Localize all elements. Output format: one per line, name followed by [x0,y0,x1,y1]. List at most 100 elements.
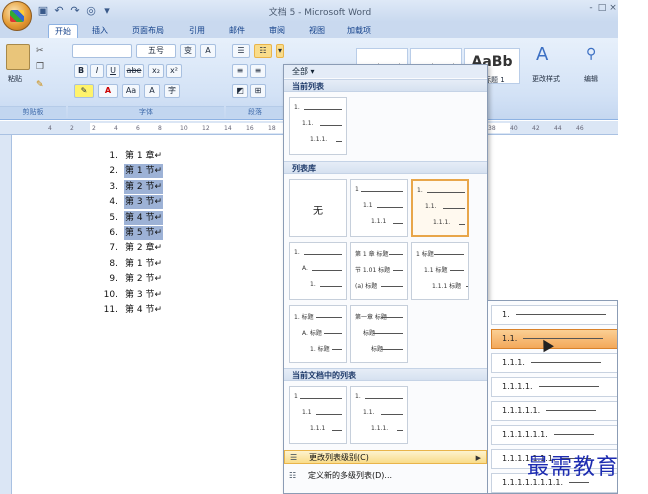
list-text[interactable]: 第 2 节↵ [124,272,163,286]
title-bar: ▣ ↶ ↷ ◎ ▾ 文档 5 - Microsoft Word - □ × [0,0,618,22]
maximize-button[interactable]: □ [597,3,607,13]
font-name-select[interactable] [72,44,132,58]
tile-level-line [381,414,403,415]
bold-button[interactable]: B [74,64,88,78]
gallery-filter[interactable]: 全部 ▾ [284,65,487,78]
change-case-icon[interactable]: Aa [122,84,140,98]
list-paragraph[interactable]: 10. 第 3 节↵ [96,288,163,302]
list-text[interactable]: 第 1 节↵ [124,164,163,179]
tab-mailings[interactable]: 邮件 [222,24,252,38]
tile-level-label: 1.1 标题 [424,267,448,274]
tile-numbered-3[interactable]: 1. A. 1. [289,242,347,300]
save-icon[interactable]: ▣ [36,4,50,18]
list-text[interactable]: 第 3 节↵ [124,288,163,302]
edit-label[interactable]: 编辑 [584,74,598,84]
strikethrough-button[interactable]: abe [124,64,144,78]
list-text[interactable]: 第 4 节↵ [124,303,163,317]
tab-references[interactable]: 引用 [182,24,212,38]
find-icon[interactable]: ⚲ [586,46,596,62]
align-center-icon[interactable]: ≡ [250,64,266,78]
list-level-option[interactable]: 1. [491,305,617,325]
list-level-option[interactable]: 1.1.1. [491,353,617,373]
grow-font-icon[interactable]: 变 [180,44,196,58]
define-list-icon: ☷ [289,471,297,480]
align-left-icon[interactable]: ≡ [232,64,248,78]
tile-level-line [450,270,464,271]
cut-icon[interactable]: ✂ [36,46,44,56]
tab-insert[interactable]: 插入 [86,24,114,38]
enclose-char-icon[interactable]: 字 [164,84,180,98]
list-paragraph[interactable]: 1. 第 1 章↵ [96,149,163,163]
copy-icon[interactable]: ❐ [36,62,44,72]
list-paragraph[interactable]: 5. 第 4 节↵ [96,210,163,225]
print-preview-icon[interactable]: ◎ [84,4,98,18]
list-number: 4. [109,197,118,208]
list-paragraph[interactable]: 8. 第 1 节↵ [96,257,163,271]
tab-home[interactable]: 开始 [48,24,78,38]
font-size-select[interactable]: 五号 [136,44,176,58]
list-text[interactable]: 第 3 节↵ [124,195,163,210]
tab-page-layout[interactable]: 页面布局 [126,24,170,38]
redo-icon[interactable]: ↷ [68,4,82,18]
list-paragraph[interactable]: 2. 第 1 节↵ [96,164,163,179]
italic-button[interactable]: I [90,64,104,78]
list-level-option[interactable]: 1.1.1.1. [491,377,617,397]
list-text[interactable]: 第 2 章↵ [124,241,163,255]
list-text[interactable]: 第 4 节↵ [124,210,163,225]
tab-addins[interactable]: 加载项 [342,24,376,38]
numbering-icon[interactable]: ☷ [254,44,272,58]
tile-heading-mixed[interactable]: 1. 标题 A. 标题 1. 标题 [289,305,347,363]
underline-button[interactable]: U [106,64,120,78]
multilevel-list-icon[interactable]: ▾ [276,44,284,58]
list-level-option[interactable]: 1.1.1.1.1. [491,401,617,421]
list-text[interactable]: 第 1 章↵ [124,149,163,163]
list-level-option[interactable]: 1.1.1.1.1.1. [491,425,617,445]
tile-heading-numbered[interactable]: 1 标题 1.1 标题 1.1.1 标题 [411,242,469,300]
change-styles-icon[interactable]: A [536,44,548,65]
close-button[interactable]: × [608,3,618,13]
superscript-button[interactable]: x² [166,64,182,78]
list-text[interactable]: 第 5 节↵ [124,226,163,240]
tile-chapter-heading[interactable]: 第 1 章 标题节 1.01 标题 (a) 标题 [350,242,408,300]
list-paragraph[interactable]: 9. 第 2 节↵ [96,272,163,286]
list-paragraph[interactable]: 7. 第 2 章↵ [96,241,163,255]
tile-chapter-chinese[interactable]: 第一章 标题 标题 标题 [350,305,408,363]
change-list-level-menu-item[interactable]: ☰ 更改列表级别(C) ▶ [284,450,487,464]
highlight-icon[interactable]: ✎ [74,84,94,98]
char-shading-icon[interactable]: A [144,84,160,98]
tab-view[interactable]: 视图 [302,24,332,38]
subscript-button[interactable]: x₂ [148,64,164,78]
window-title: 文档 5 - Microsoft Word [268,8,372,18]
tile-level-label: 节 1.01 标题 [355,267,391,274]
office-button[interactable] [2,1,32,31]
bullets-icon[interactable]: ☰ [232,44,250,58]
list-text[interactable]: 第 2 节↵ [124,179,163,194]
borders-icon[interactable]: ⊞ [250,84,266,98]
undo-icon[interactable]: ↶ [52,4,66,18]
list-level-option[interactable]: 1.1. [491,329,617,349]
format-painter-icon[interactable]: ✎ [36,80,44,90]
paste-label[interactable]: 粘贴 [8,74,22,84]
minimize-button[interactable]: - [586,3,596,13]
list-paragraph[interactable]: 6. 第 5 节↵ [96,226,163,240]
change-styles-label[interactable]: 更改样式 [532,74,560,84]
list-paragraph[interactable]: 4. 第 3 节↵ [96,195,163,210]
tile-doc-list-1[interactable]: 1 1.1 1.1.1 [289,386,347,444]
tile-none[interactable]: 无 [289,179,347,237]
shading-icon[interactable]: ◩ [232,84,248,98]
tile-numbered-1[interactable]: 1 1.1 1.1.1 [350,179,408,237]
list-paragraph[interactable]: 3. 第 2 节↵ [96,179,163,194]
tile-doc-list-2[interactable]: 1. 1.1. 1.1.1. [350,386,408,444]
vertical-ruler[interactable] [0,135,12,494]
list-paragraph[interactable]: 11. 第 4 节↵ [96,303,163,317]
paste-icon[interactable] [6,44,30,70]
tile-numbered-2[interactable]: 1. 1.1. 1.1.1. [411,179,469,237]
list-level-line [530,362,601,363]
define-new-multilevel-list-menu-item[interactable]: ☷ 定义新的多级列表(D)... [284,469,487,483]
clear-format-icon[interactable]: A [200,44,216,58]
qat-customize-icon[interactable]: ▾ [100,4,114,18]
tab-review[interactable]: 审阅 [262,24,292,38]
font-color-icon[interactable]: A [98,84,118,98]
list-text[interactable]: 第 1 节↵ [124,257,163,271]
tile-current-list[interactable]: 1. 1.1. 1.1.1. [289,97,347,155]
